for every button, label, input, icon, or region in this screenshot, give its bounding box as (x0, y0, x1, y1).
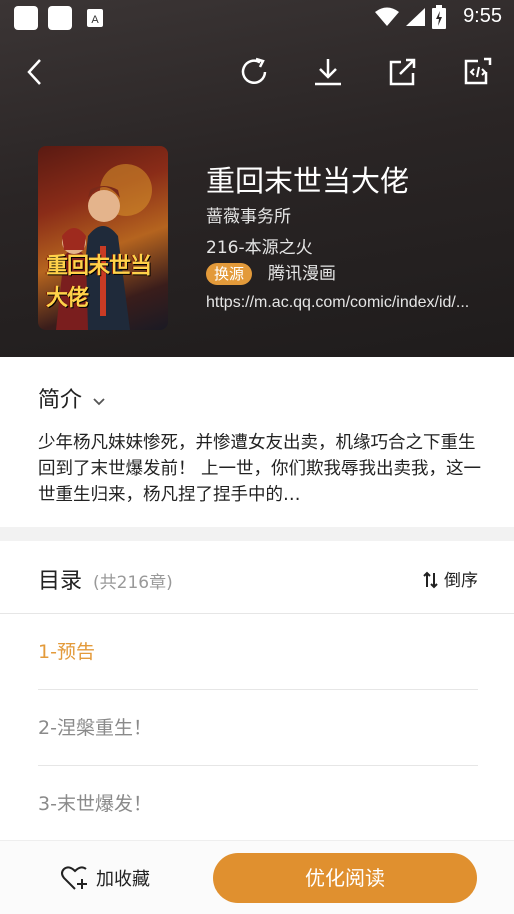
back-button[interactable] (18, 54, 54, 90)
book-author: 蔷薇事务所 (206, 207, 291, 227)
view-source-button[interactable] (460, 54, 496, 90)
share-button[interactable] (384, 54, 420, 90)
app-notification-icon: A (86, 8, 104, 32)
download-button[interactable] (310, 54, 346, 90)
svg-text:A: A (91, 14, 99, 26)
download-icon (315, 59, 341, 86)
chapter-item[interactable]: 3-末世爆发！ (38, 766, 478, 842)
refresh-button[interactable] (236, 54, 272, 90)
sort-label: 倒序 (444, 571, 478, 591)
clock: 9:55 (463, 5, 502, 27)
section-divider (0, 527, 514, 541)
sort-toggle[interactable]: 倒序 (422, 566, 478, 591)
start-reading-button[interactable]: 优化阅读 (213, 853, 477, 903)
toc-chapter-count: (共216章) (93, 573, 173, 593)
share-icon (389, 58, 416, 86)
book-cover[interactable]: 重回末世当大佬 (38, 146, 168, 330)
signal-icon (404, 7, 426, 31)
notification-icon (48, 6, 72, 30)
toc-heading: 目录 (38, 569, 83, 594)
refresh-icon (241, 57, 267, 84)
notification-icon (14, 6, 38, 30)
sort-icon (422, 571, 438, 589)
status-bar: A 9:55 (0, 0, 514, 34)
intro-text: 少年杨凡妹妹惨死，并惨遭女友出卖，机缘巧合之下重生回到了末世爆发前！ 上一世，你… (38, 433, 482, 505)
source-code-icon (464, 57, 492, 85)
latest-chapter: 216-本源之火 (206, 238, 313, 258)
cover-title: 重回末世当大佬 (46, 253, 152, 311)
wifi-icon (374, 7, 400, 31)
book-url[interactable]: https://m.ac.qq.com/comic/index/id/... (206, 294, 476, 312)
chapter-item[interactable]: 1-预告 (38, 614, 478, 690)
add-favorite-button[interactable]: 加收藏 (60, 861, 150, 895)
battery-icon (432, 5, 446, 33)
chevron-down-icon[interactable] (92, 392, 106, 411)
chapter-item[interactable]: 2-涅槃重生！ (38, 690, 478, 766)
back-icon (27, 59, 41, 85)
heart-plus-icon (61, 866, 87, 890)
book-title: 重回末世当大佬 (206, 164, 410, 198)
change-source-button[interactable]: 换源 (206, 263, 253, 285)
bottom-action-bar: 加收藏 优化阅读 (0, 840, 514, 914)
book-header: A 9:55 重回末世当大佬 重回末世当大佬 蔷薇事务所 216-本源之火 换源… (0, 0, 514, 357)
source-name: 腾讯漫画 (268, 264, 336, 284)
favorite-label: 加收藏 (96, 869, 150, 890)
intro-heading[interactable]: 简介 (38, 382, 82, 414)
